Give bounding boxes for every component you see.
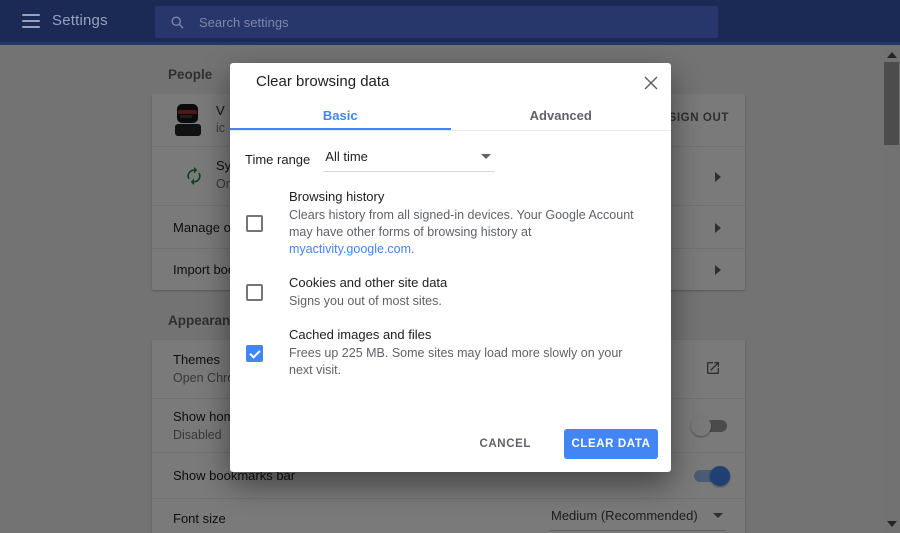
- option-description: Frees up 225 MB. Some sites may load mor…: [289, 345, 647, 379]
- search-icon: [170, 15, 185, 30]
- dialog-footer: CANCEL CLEAR DATA: [473, 429, 658, 459]
- option-cached-images[interactable]: Cached images and files Frees up 225 MB.…: [245, 327, 647, 379]
- close-icon[interactable]: [643, 75, 659, 91]
- cookies-checkbox[interactable]: [246, 284, 263, 301]
- clear-data-button[interactable]: CLEAR DATA: [564, 429, 658, 459]
- browsing-history-checkbox[interactable]: [246, 215, 263, 232]
- time-range-label: Time range: [245, 152, 310, 167]
- option-description: Clears history from all signed-in device…: [289, 207, 647, 258]
- dialog-tabs: Basic Advanced: [230, 100, 671, 131]
- toolbar: Settings: [0, 0, 900, 45]
- menu-icon[interactable]: [22, 14, 40, 28]
- options-list: Browsing history Clears history from all…: [245, 189, 647, 379]
- caret-down-icon: [481, 154, 491, 159]
- option-title: Cached images and files: [289, 327, 647, 342]
- tab-basic[interactable]: Basic: [230, 100, 451, 130]
- cancel-button[interactable]: CANCEL: [473, 437, 537, 451]
- myactivity-link[interactable]: myactivity.google.com: [289, 242, 411, 256]
- search-box[interactable]: [155, 6, 718, 38]
- tab-advanced[interactable]: Advanced: [451, 100, 672, 130]
- screen: People V ic SIGN OUT Sync On Manage othe…: [0, 0, 900, 533]
- cached-images-checkbox[interactable]: [246, 345, 263, 362]
- option-description: Signs you out of most sites.: [289, 293, 647, 310]
- option-browsing-history[interactable]: Browsing history Clears history from all…: [245, 189, 647, 258]
- option-cookies[interactable]: Cookies and other site data Signs you ou…: [245, 275, 647, 310]
- clear-browsing-data-dialog: Clear browsing data Basic Advanced Time …: [230, 63, 671, 472]
- search-input[interactable]: [197, 14, 718, 31]
- option-title: Browsing history: [289, 189, 647, 204]
- time-range-value: All time: [325, 149, 368, 164]
- app-title: Settings: [52, 0, 108, 42]
- dialog-body: Time range All time Browsing history Cle…: [230, 146, 671, 379]
- dialog-title: Clear browsing data: [230, 63, 671, 100]
- option-title: Cookies and other site data: [289, 275, 647, 290]
- time-range-row: Time range All time: [245, 146, 647, 172]
- time-range-select[interactable]: All time: [323, 146, 495, 172]
